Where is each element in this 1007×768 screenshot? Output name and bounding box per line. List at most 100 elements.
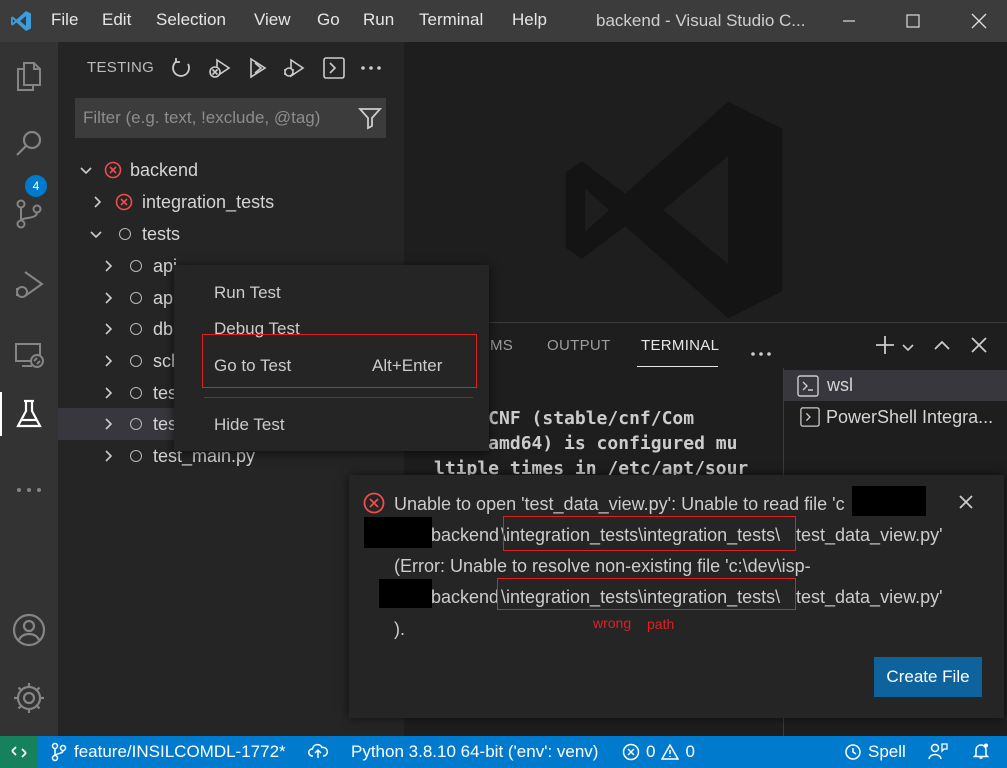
test-unset-icon [130, 323, 142, 335]
accounts-icon[interactable] [0, 602, 58, 658]
maximize-panel-icon[interactable] [932, 336, 952, 358]
menu-item-run-test[interactable]: Run Test [214, 283, 281, 303]
test-unset-icon [130, 355, 142, 367]
sidebar-title: TESTING [87, 59, 155, 76]
tree-item-label: tests [142, 224, 181, 244]
close-notification-icon[interactable] [957, 493, 975, 515]
redacted-block [379, 579, 432, 608]
maximize-button[interactable] [890, 0, 936, 42]
spell-label: Spell [868, 742, 906, 761]
tab-problems[interactable]: MS [490, 337, 513, 354]
notification-path-suffix: test_data_view.py' [796, 525, 943, 545]
more-views-icon[interactable] [0, 462, 58, 518]
test-filter-placeholder: Filter (e.g. text, !exclude, @tag) [83, 108, 321, 127]
menu-item-hide-test[interactable]: Hide Test [214, 415, 285, 435]
chevron-right-icon [105, 292, 113, 304]
error-icon [363, 492, 385, 514]
chevron-right-icon [105, 260, 113, 272]
new-terminal-icon[interactable] [874, 334, 896, 360]
menu-separator [204, 397, 473, 398]
branch-status[interactable]: feature/INSILCOMDL-1772* [50, 742, 286, 762]
spell-status[interactable]: Spell [844, 742, 906, 762]
redacted-block [852, 486, 926, 516]
test-unset-icon [130, 387, 142, 399]
search-icon[interactable] [0, 116, 58, 172]
terminal-icon [797, 375, 819, 397]
run-debug-icon[interactable] [0, 256, 58, 312]
vscode-watermark-icon [565, 101, 783, 319]
annotation-highlight-box [497, 578, 796, 610]
menu-help[interactable]: Help [512, 10, 547, 30]
minimize-button[interactable] [826, 0, 872, 42]
menu-go[interactable]: Go [317, 10, 340, 30]
tree-item-label: db [153, 319, 174, 339]
python-interpreter-status[interactable]: Python 3.8.10 64-bit ('env': venv) [351, 742, 598, 762]
active-tab-underline [637, 366, 718, 367]
tab-output[interactable]: OUTPUT [547, 337, 610, 354]
sync-status[interactable] [308, 742, 328, 760]
menu-terminal[interactable]: Terminal [419, 10, 483, 30]
feedback-person-icon [928, 743, 948, 760]
tab-terminal[interactable]: TERMINAL [641, 337, 719, 354]
remote-indicator-button[interactable] [0, 736, 38, 768]
remote-explorer-icon[interactable] [0, 326, 58, 382]
chevron-down-icon [80, 167, 92, 175]
terminal-dropdown-chevron-icon[interactable] [901, 339, 915, 358]
terminal-entry-label: PowerShell Integra... [826, 407, 994, 427]
terminal-icon [800, 407, 820, 427]
tree-item-tests[interactable]: tests [58, 218, 404, 250]
testing-icon[interactable] [0, 386, 58, 442]
git-branch-icon [51, 742, 67, 762]
tree-item-integration-tests[interactable]: integration_tests [58, 186, 404, 218]
test-unset-icon [130, 292, 142, 304]
create-file-button[interactable]: Create File [874, 657, 982, 697]
annotation-path: path [647, 616, 675, 632]
menu-selection[interactable]: Selection [156, 10, 226, 30]
chevron-right-icon [105, 450, 113, 462]
close-panel-icon[interactable] [970, 336, 988, 358]
scm-count-badge: 4 [25, 175, 47, 197]
menu-view[interactable]: View [254, 10, 291, 30]
notification-path-prefix: backend [431, 525, 500, 545]
menu-run[interactable]: Run [363, 10, 394, 30]
menu-file[interactable]: File [51, 10, 78, 30]
test-unset-icon [130, 260, 142, 272]
bell-icon [972, 743, 990, 759]
chevron-right-icon [105, 323, 113, 335]
branch-name: feature/INSILCOMDL-1772* [74, 742, 286, 761]
warning-count-icon [661, 743, 680, 760]
title-bar: File Edit Selection View Go Run Terminal… [0, 0, 1007, 42]
debug-all-tests-icon[interactable] [280, 54, 308, 82]
vscode-logo-icon [0, 0, 42, 42]
manage-gear-icon[interactable] [0, 670, 58, 726]
annotation-highlight-box [202, 334, 477, 388]
show-output-icon[interactable] [320, 54, 348, 82]
problems-status[interactable]: 0 0 [622, 742, 695, 762]
refresh-tests-icon[interactable] [168, 54, 196, 82]
error-count-icon [622, 743, 640, 761]
filter-funnel-icon[interactable] [357, 105, 383, 131]
tree-item-backend[interactable]: backend [58, 154, 404, 186]
more-actions-icon[interactable] [357, 54, 385, 82]
editor-area [404, 42, 1007, 322]
test-unset-icon [130, 450, 142, 462]
remote-icon [11, 746, 27, 758]
menu-edit[interactable]: Edit [102, 10, 131, 30]
run-all-tests-icon[interactable] [244, 54, 272, 82]
test-failed-icon [115, 193, 133, 211]
notification-message-line: Unable to open 'test_data_view.py': Unab… [394, 494, 845, 514]
annotation-wrong: wrong [593, 615, 632, 631]
redacted-block [364, 517, 432, 548]
run-all-tests-excluding-icon[interactable] [206, 54, 234, 82]
feedback-status[interactable] [928, 742, 948, 760]
history-icon [845, 744, 861, 760]
explorer-icon[interactable] [0, 48, 58, 104]
chevron-right-icon [105, 418, 113, 430]
panel-more-icon[interactable] [750, 342, 772, 361]
notifications-status[interactable] [972, 742, 990, 760]
tree-item-label: integration_tests [142, 192, 275, 212]
chevron-right-icon [105, 355, 113, 367]
annotation-highlight-box [503, 516, 796, 551]
test-failed-icon [104, 161, 122, 179]
close-window-button[interactable] [956, 0, 1002, 42]
